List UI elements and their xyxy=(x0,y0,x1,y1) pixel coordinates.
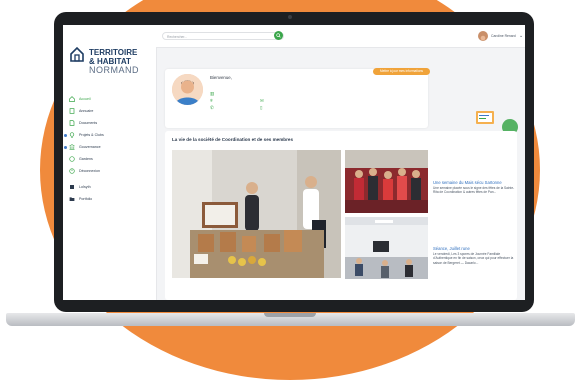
logo-text: TERRITOIRE & HABITAT NORMAND xyxy=(89,48,139,75)
sidebar-item-gardens[interactable]: Gardens xyxy=(63,153,156,165)
laptop-base-notch xyxy=(264,313,316,317)
chevron-down-icon[interactable]: ⌄ xyxy=(519,33,523,39)
welcome-card: Bienvenue, Mettre à jour mes information… xyxy=(165,68,430,128)
notification-dot xyxy=(64,133,67,137)
article-photo-2[interactable] xyxy=(345,217,428,279)
app-window: TERRITOIRE & HABITAT NORMAND Accueil Ann… xyxy=(63,25,525,300)
sidebar-item-accueil[interactable]: Accueil xyxy=(63,93,156,105)
sidebar-item-label: Portfolio xyxy=(79,197,93,201)
sidebar-item-gouvernance[interactable]: Gouvernance xyxy=(63,141,156,153)
logo-line1: TERRITOIRE xyxy=(89,48,138,57)
lightbulb-icon xyxy=(69,132,75,138)
sidebar-item-label: Gouvernance xyxy=(79,145,101,149)
article-title-1[interactable]: Une semaine du Mais sécu Sartonne xyxy=(433,180,502,185)
sidebar-item-portfolio[interactable]: Portfolio xyxy=(63,193,156,205)
sidebar-item-annuaire[interactable]: Annuaire xyxy=(63,105,156,117)
book-icon xyxy=(69,184,75,190)
phone-icon: ✆ xyxy=(210,105,214,110)
profile-avatar xyxy=(172,74,203,105)
governance-icon xyxy=(69,144,75,150)
sidebar-item-label: Documents xyxy=(79,121,98,125)
location-icon: ⌾ xyxy=(210,98,213,103)
document-icon xyxy=(69,120,75,126)
news-card: La vie de la société de Coordination et … xyxy=(165,131,517,300)
sidebar-item-documents[interactable]: Documents xyxy=(63,117,156,129)
logout-icon xyxy=(69,168,75,174)
top-bar: Rechercher... Caroline Renard ⌄ xyxy=(156,25,525,48)
home-icon xyxy=(69,96,75,102)
search-button[interactable] xyxy=(274,31,283,40)
mobile-icon: ▯ xyxy=(260,105,263,110)
laptop-camera xyxy=(288,15,292,19)
building-icon: ▥ xyxy=(210,91,215,96)
sidebar-item-loisyth[interactable]: Loïsyth xyxy=(63,181,156,193)
update-info-button[interactable]: Mettre à jour mes informations xyxy=(373,68,430,75)
notification-dot xyxy=(64,145,67,149)
article-excerpt-2: Le vendredi, Les 3 spores de Journée Fam… xyxy=(433,252,514,265)
logo-line3: NORMAND xyxy=(89,65,139,75)
article-title-2[interactable]: Séance, Juillet rune xyxy=(433,246,470,251)
user-avatar[interactable] xyxy=(478,31,488,41)
sidebar: TERRITOIRE & HABITAT NORMAND Accueil Ann… xyxy=(63,25,157,300)
garden-icon xyxy=(69,156,75,162)
sidebar-item-label: Gardens xyxy=(79,157,93,161)
sidebar-item-label: Accueil xyxy=(79,97,91,101)
sidebar-item-label: Loïsyth xyxy=(79,185,91,189)
book-icon xyxy=(69,108,75,114)
article-photo-main[interactable] xyxy=(172,150,341,278)
article-photo-1[interactable] xyxy=(345,150,428,213)
user-name[interactable]: Caroline Renard xyxy=(491,34,516,38)
search-input[interactable]: Rechercher... xyxy=(162,32,284,40)
sidebar-secondary-nav: Loïsyth Portfolio xyxy=(63,181,156,205)
sidebar-nav: Accueil Annuaire Documents Projets & Clu… xyxy=(63,93,156,177)
article-excerpt-1: Une semaine placée sous le signe des fêt… xyxy=(433,186,515,195)
sidebar-item-label: Projets & Clubs xyxy=(79,133,104,137)
folder-icon xyxy=(69,196,75,202)
sidebar-item-label: Annuaire xyxy=(79,109,94,113)
news-heading: La vie de la société de Coordination et … xyxy=(172,137,294,142)
welcome-title: Bienvenue, xyxy=(210,75,232,80)
sidebar-item-deconnexion[interactable]: Déconnexion xyxy=(63,165,156,177)
sidebar-item-projets[interactable]: Projets & Clubs xyxy=(63,129,156,141)
logo-house-icon xyxy=(70,46,84,62)
search-icon xyxy=(276,33,281,38)
sidebar-item-label: Déconnexion xyxy=(79,169,100,173)
email-icon: ✉ xyxy=(260,98,264,103)
